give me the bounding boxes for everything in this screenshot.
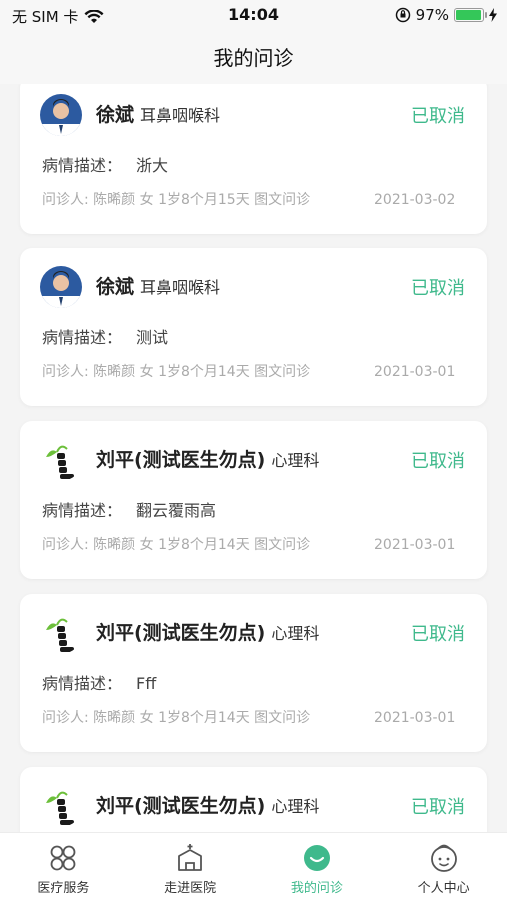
doctor-department: 心理科 xyxy=(271,797,320,816)
status-badge: 已取消 xyxy=(411,797,465,818)
page-title: 我的问诊 xyxy=(213,46,294,70)
doctor-name: 徐斌 耳鼻咽喉科 xyxy=(96,100,220,127)
doctor-name: 刘平(测试医生勿点) 心理科 xyxy=(96,445,319,472)
orientation-lock-icon xyxy=(395,7,410,23)
consultation-card[interactable]: 刘平(测试医生勿点) 心理科 已取消 病情描述： 翻云覆雨高 问诊人: 陈晞颜 女 … xyxy=(20,421,487,579)
tab-my-consultations[interactable]: 我的问诊 xyxy=(254,833,381,900)
patient-info: 问诊人: 陈晞颜 女 1岁8个月14天 图文问诊 xyxy=(42,537,311,553)
status-badge: 已取消 xyxy=(411,451,465,472)
description-label: 病情描述： xyxy=(42,156,123,175)
description-label: 病情描述： xyxy=(42,501,123,520)
patient-info: 问诊人: 陈晞颜 女 1岁8个月14天 图文问诊 xyxy=(42,364,311,380)
doctor-avatar xyxy=(40,785,82,827)
status-badge: 已取消 xyxy=(411,624,465,645)
nav-bar: 我的问诊 xyxy=(0,32,507,84)
tab-label: 医疗服务 xyxy=(37,881,90,896)
description-value: 浙大 xyxy=(136,156,169,175)
doctor-name-text: 徐斌 xyxy=(96,276,135,298)
status-badge: 已取消 xyxy=(411,106,465,127)
doctor-photo-icon xyxy=(40,94,82,136)
consultation-card[interactable]: 徐斌 耳鼻咽喉科 已取消 病情描述： 测试 问诊人: 陈晞颜 女 1岁8个月14天 … xyxy=(20,248,487,406)
doctor-department: 耳鼻咽喉科 xyxy=(140,278,221,297)
condition-description: 病情描述： Fff xyxy=(42,670,156,694)
consultation-list[interactable]: 徐斌 耳鼻咽喉科 已取消 病情描述： 浙大 问诊人: 陈晞颜 女 1岁8个月15天 … xyxy=(0,84,507,832)
consultation-date: 2021-03-01 xyxy=(374,364,456,380)
doctor-avatar xyxy=(40,94,82,136)
tab-bar: 医疗服务 走进医院 我的问诊 个人中心 xyxy=(0,832,507,900)
doctor-department: 心理科 xyxy=(271,451,320,470)
hospital-icon xyxy=(178,844,203,871)
description-value: 翻云覆雨高 xyxy=(136,501,217,520)
patient-info: 问诊人: 陈晞颜 女 1岁8个月14天 图文问诊 xyxy=(42,710,311,726)
doctor-avatar xyxy=(40,266,82,308)
doctor-name-text: 刘平(测试医生勿点) xyxy=(96,795,266,817)
plant-logo-icon xyxy=(40,785,82,827)
doctor-name: 刘平(测试医生勿点) 心理科 xyxy=(96,791,319,818)
doctor-name-text: 刘平(测试医生勿点) xyxy=(96,622,266,644)
status-right: 97% xyxy=(395,6,497,24)
battery-fill xyxy=(456,10,482,20)
profile-icon xyxy=(430,844,457,872)
condition-description: 病情描述： 浙大 xyxy=(42,152,168,176)
tab-personal-center[interactable]: 个人中心 xyxy=(380,833,507,900)
consultation-card[interactable]: 刘平(测试医生勿点) 心理科 已取消 病情描述： Fff 问诊人: 陈晞颜 女 1岁… xyxy=(20,594,487,752)
condition-description: 病情描述： 测试 xyxy=(42,324,168,348)
consult-icon xyxy=(303,845,330,871)
tab-label: 个人中心 xyxy=(417,881,470,896)
doctor-name-text: 徐斌 xyxy=(96,104,135,126)
consultation-date: 2021-03-01 xyxy=(374,710,456,726)
tab-medical-services[interactable]: 医疗服务 xyxy=(0,833,127,900)
doctor-photo-icon xyxy=(40,266,82,308)
doctor-avatar xyxy=(40,439,82,481)
plant-logo-icon xyxy=(40,439,82,481)
description-value: Fff xyxy=(136,674,157,693)
description-label: 病情描述： xyxy=(42,674,123,693)
battery-percent: 97% xyxy=(415,6,449,24)
description-label: 病情描述： xyxy=(42,328,123,347)
status-badge: 已取消 xyxy=(411,278,465,299)
patient-info: 问诊人: 陈晞颜 女 1岁8个月15天 图文问诊 xyxy=(42,192,311,208)
description-value: 测试 xyxy=(136,328,169,347)
consultation-card[interactable]: 刘平(测试医生勿点) 心理科 已取消 xyxy=(20,767,487,832)
condition-description: 病情描述： 翻云覆雨高 xyxy=(42,497,216,521)
doctor-name: 徐斌 耳鼻咽喉科 xyxy=(96,272,220,299)
consultation-date: 2021-03-02 xyxy=(374,192,456,208)
tab-label: 走进医院 xyxy=(164,881,217,896)
battery-icon xyxy=(454,8,487,22)
consultation-date: 2021-03-01 xyxy=(374,537,456,553)
grid-icon xyxy=(50,845,76,871)
doctor-department: 耳鼻咽喉科 xyxy=(140,106,221,125)
status-bar: 无 SIM 卡 14:04 97% xyxy=(0,0,507,32)
doctor-avatar xyxy=(40,612,82,654)
doctor-name-text: 刘平(测试医生勿点) xyxy=(96,449,266,471)
doctor-name: 刘平(测试医生勿点) 心理科 xyxy=(96,618,319,645)
charging-icon xyxy=(489,8,497,22)
plant-logo-icon xyxy=(40,612,82,654)
doctor-department: 心理科 xyxy=(271,624,320,643)
consultation-card[interactable]: 徐斌 耳鼻咽喉科 已取消 病情描述： 浙大 问诊人: 陈晞颜 女 1岁8个月15天 … xyxy=(20,84,487,234)
tab-about-hospital[interactable]: 走进医院 xyxy=(127,833,254,900)
tab-label: 我的问诊 xyxy=(290,881,343,896)
